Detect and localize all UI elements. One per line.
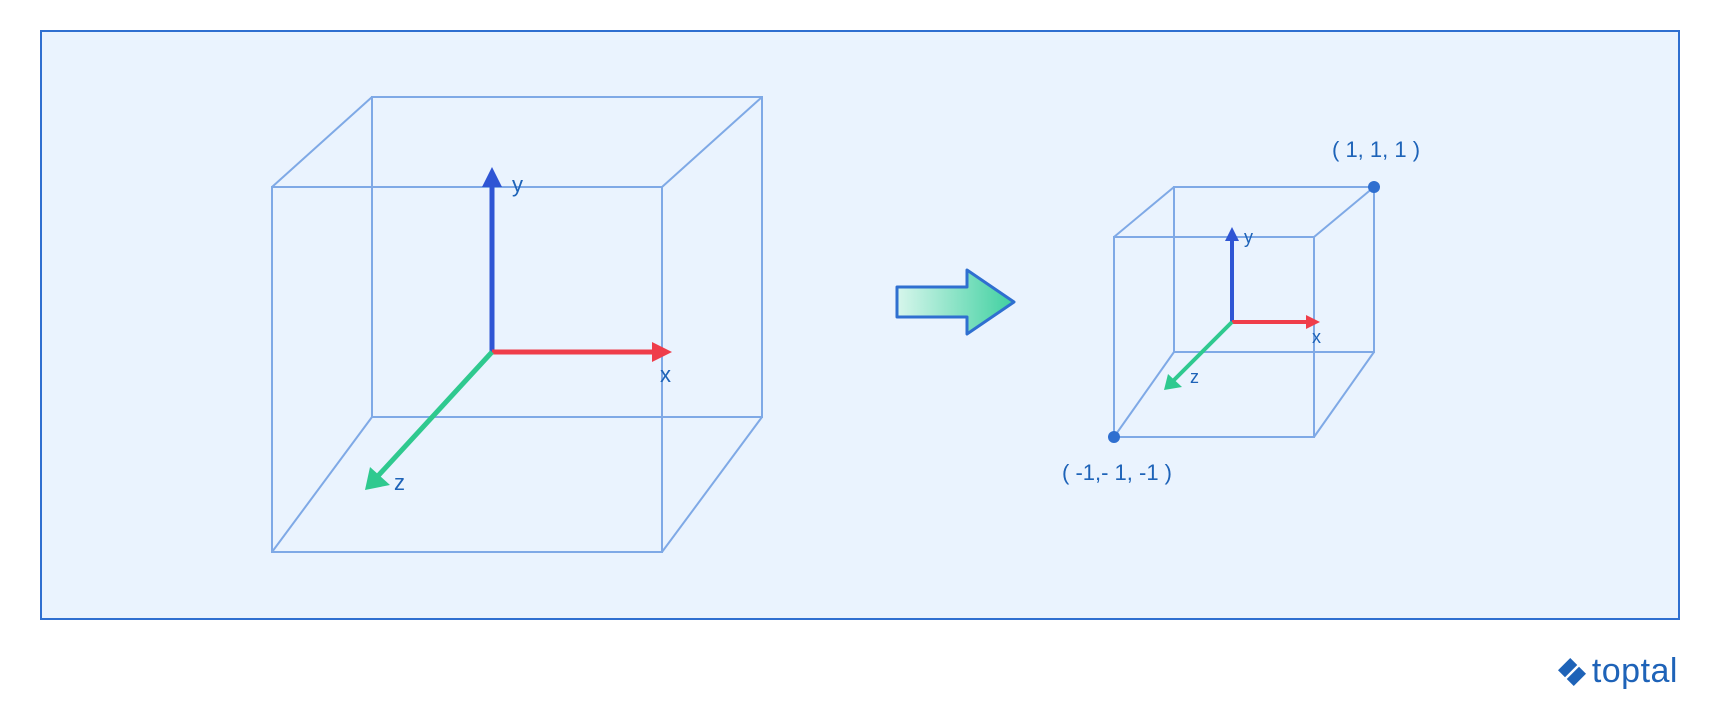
axis-x-label: x xyxy=(660,362,671,388)
small-axis-y-label: y xyxy=(1244,227,1253,248)
brand-logo: toptal xyxy=(1558,652,1678,691)
transform-arrow-icon xyxy=(892,262,1022,342)
small-axis-x-label: x xyxy=(1312,327,1321,348)
diagram-panel: y x z xyxy=(40,30,1680,620)
diagram-canvas: y x z xyxy=(0,0,1720,703)
coord-bottom-left: ( -1,- 1, -1 ) xyxy=(1062,460,1172,486)
brand-text: toptal xyxy=(1592,652,1678,691)
small-axis-z-label: z xyxy=(1190,367,1199,388)
axis-y-label: y xyxy=(512,172,523,198)
axis-z-label: z xyxy=(394,470,405,496)
coord-top-right: ( 1, 1, 1 ) xyxy=(1332,137,1420,163)
small-cube xyxy=(1094,177,1394,457)
toptal-icon xyxy=(1558,658,1586,686)
large-cube xyxy=(262,87,802,562)
